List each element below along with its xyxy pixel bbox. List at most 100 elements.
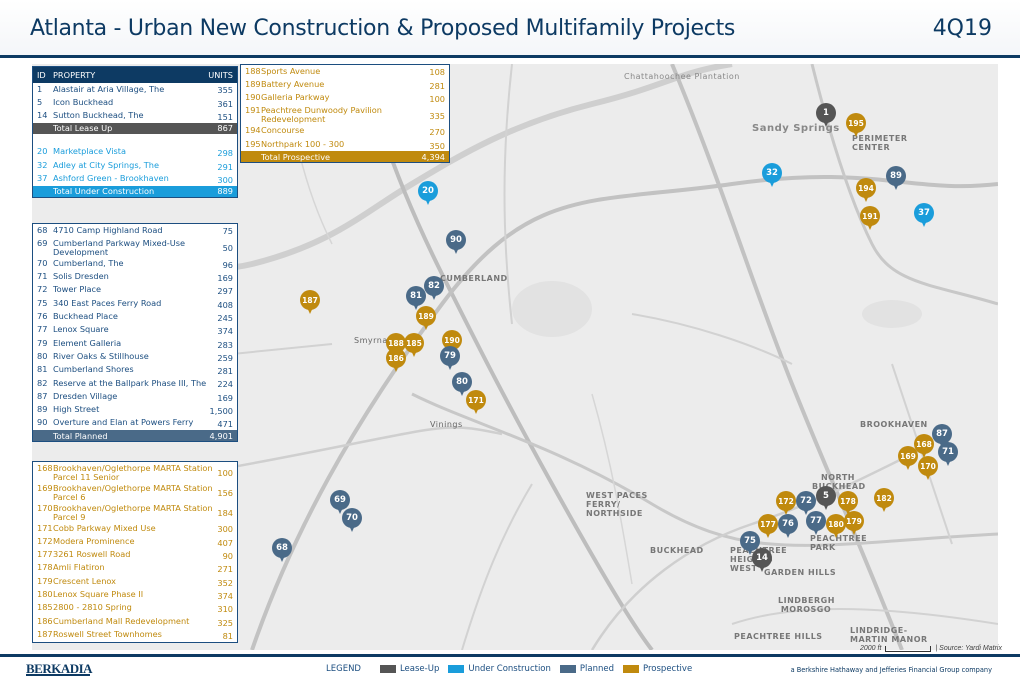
table-row[interactable]: 75 340 East Paces Ferry Road 408 [33,297,237,310]
pin-label: 182 [874,488,894,508]
table-row[interactable]: 89 High Street 1,500 [33,404,237,417]
map-pin-1[interactable]: 1 [816,103,836,129]
row-name: Brookhaven/Oglethorpe MARTA Station Parc… [53,462,213,482]
map-pin-169[interactable]: 169 [898,446,918,472]
map-pin-195[interactable]: 195 [846,113,866,139]
table-row[interactable]: 179 Crescent Lenox 352 [33,575,237,588]
table-row[interactable]: 69 Cumberland Parkway Mixed-Use Developme… [33,237,237,257]
map-pin-14[interactable]: 14 [752,548,772,574]
row-id: 69 [37,237,48,248]
row-name: Reserve at the Ballpark Phase III, The [53,377,207,388]
map-pin-179[interactable]: 179 [844,511,864,537]
map-pin-189[interactable]: 189 [416,306,436,332]
table-row[interactable]: 71 Solis Dresden 169 [33,271,237,284]
table-row[interactable]: 79 Element Galleria 283 [33,337,237,350]
legend-item-lease-up: Lease-Up [379,664,439,674]
table-row[interactable]: 180 Lenox Square Phase II 374 [33,588,237,601]
map-pin-37[interactable]: 37 [914,203,934,229]
table-row[interactable]: 81 Cumberland Shores 281 [33,364,237,377]
table-row[interactable]: 189 Battery Avenue 281 [241,78,449,91]
map-pin-32[interactable]: 32 [762,163,782,189]
table-row[interactable]: 168 Brookhaven/Oglethorpe MARTA Station P… [33,462,237,482]
table-row[interactable]: 170 Brookhaven/Oglethorpe MARTA Station P… [33,502,237,522]
map-pin-185[interactable]: 185 [404,333,424,359]
col-id: ID [37,70,46,80]
row-property: 89 High Street [37,405,99,414]
map-pin-68[interactable]: 68 [272,538,292,564]
table-row[interactable]: 190 Galleria Parkway 100 [241,92,449,105]
table-row[interactable]: 195 Northpark 100 - 300 350 [241,138,449,151]
row-property: 191 Peachtree Dunwoody Pavilion Redevelop… [245,106,429,124]
table-row[interactable]: 90 Overture and Elan at Powers Ferry 471 [33,417,237,430]
row-property: 77 Lenox Square [37,325,109,334]
table-row[interactable]: 194 Concourse 270 [241,125,449,138]
pin-label: 185 [404,333,424,353]
map-pin-171[interactable]: 171 [466,390,486,416]
row-id: 1 [37,83,43,94]
table-row[interactable]: 37 Ashford Green - Brookhaven 300 [33,172,237,185]
map-pin-90[interactable]: 90 [446,230,466,256]
map-pin-187[interactable]: 187 [300,290,320,316]
table-row[interactable]: 14 Sutton Buckhead, The 151 [33,110,237,123]
pin-label: 171 [466,390,486,410]
map-pin-194[interactable]: 194 [856,178,876,204]
table-row[interactable]: 185 2800 - 2810 Spring 310 [33,602,237,615]
table-row[interactable]: 70 Cumberland, The 96 [33,257,237,270]
map-pin-20[interactable]: 20 [418,181,438,207]
page-footer: BERKADIA LEGEND Lease-Up Under Construct… [0,654,1020,680]
table-row[interactable]: 187 Roswell Street Townhomes 81 [33,628,237,641]
row-property: 72 Tower Place [37,285,101,294]
table-row[interactable]: 1 Alastair at Aria Village, The 355 [33,83,237,96]
row-units: 350 [429,140,445,151]
total-value: 4,394 [421,151,445,162]
table-row[interactable]: 82 Reserve at the Ballpark Phase III, The… [33,377,237,390]
map-pin-89[interactable]: 89 [886,166,906,192]
legend-label: Planned [579,664,615,674]
map-label-buckhead: BUCKHEAD [650,546,704,555]
row-id: 89 [37,404,48,415]
map-pin-182[interactable]: 182 [874,488,894,514]
pin-label: 186 [386,348,406,368]
map-pin-186[interactable]: 186 [386,348,406,374]
total-row: Total Prospective 4,394 [241,151,449,163]
map-pin-79[interactable]: 79 [440,346,460,372]
pin-label: 187 [300,290,320,310]
row-property: 75 340 East Paces Ferry Road [37,298,161,308]
map-pin-70[interactable]: 70 [342,508,362,534]
table-row[interactable]: 178 Amli Flatiron 271 [33,562,237,575]
table-row[interactable]: 87 Dresden Village 169 [33,390,237,403]
table-row[interactable]: 177 3261 Roswell Road 90 [33,549,237,562]
table-row[interactable]: 5 Icon Buckhead 361 [33,96,237,109]
row-name: 3261 Roswell Road [53,549,131,560]
table-row[interactable]: 20 Marketplace Vista 298 [33,146,237,159]
map-pin-177[interactable]: 177 [758,514,778,540]
lease-up-section: 1 Alastair at Aria Village, The 355 5 Icon B… [33,83,237,146]
table-row[interactable]: 76 Buckhead Place 245 [33,310,237,323]
map-pin-180[interactable]: 180 [826,514,846,540]
table-row[interactable]: 169 Brookhaven/Oglethorpe MARTA Station P… [33,482,237,502]
table-row[interactable]: 77 Lenox Square 374 [33,324,237,337]
map-pin-82[interactable]: 82 [424,276,444,302]
total-value: 867 [217,123,233,134]
row-units: 270 [429,127,445,138]
table-row[interactable]: 68 4710 Camp Highland Road 75 [33,224,237,237]
table-row[interactable]: 172 Modera Prominence 407 [33,535,237,548]
map-pin-5[interactable]: 5 [816,486,836,512]
row-property: 194 Concourse [245,126,304,135]
map-pin-77[interactable]: 77 [806,511,826,537]
map-pin-191[interactable]: 191 [860,206,880,232]
map-pin-76[interactable]: 76 [778,514,798,540]
row-units: 96 [222,259,233,270]
row-id: 80 [37,350,48,361]
row-property: 70 Cumberland, The [37,258,124,268]
table-row[interactable]: 191 Peachtree Dunwoody Pavilion Redevelop… [241,105,449,125]
table-row[interactable]: 171 Cobb Parkway Mixed Use 300 [33,522,237,535]
table-row[interactable]: 72 Tower Place 297 [33,284,237,297]
map-pin-71[interactable]: 71 [938,442,958,468]
map-pin-170[interactable]: 170 [918,456,938,482]
table-row[interactable]: 186 Cumberland Mall Redevelopment 325 [33,615,237,628]
table-row[interactable]: 188 Sports Avenue 108 [241,65,449,78]
row-units: 1,500 [209,406,233,416]
table-row[interactable]: 32 Adley at City Springs, The 291 [33,159,237,172]
table-row[interactable]: 80 River Oaks & Stillhouse 259 [33,350,237,363]
